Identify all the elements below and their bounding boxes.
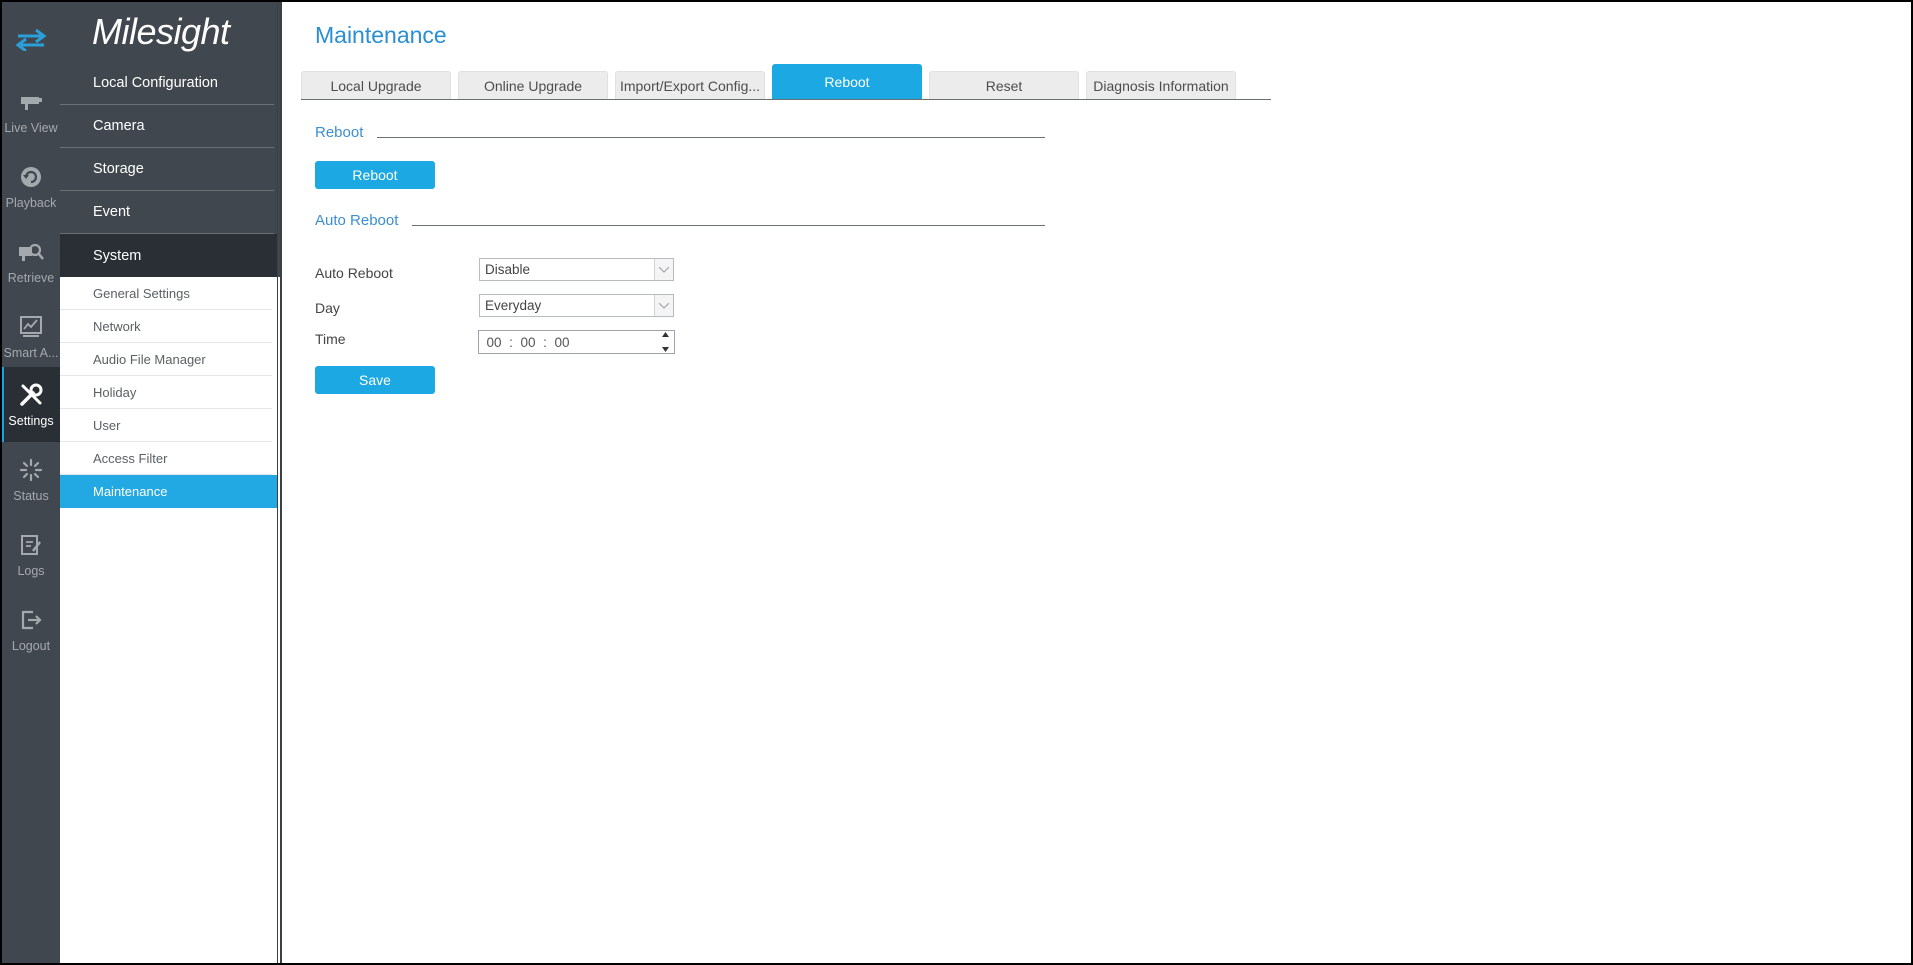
rail-item-label: Retrieve (7, 270, 55, 285)
rail-item-playback[interactable]: Playback (2, 149, 60, 224)
sidebar-divider (280, 2, 282, 963)
chevron-down-icon (654, 295, 673, 316)
rail-item-label: Logout (11, 638, 51, 653)
reboot-button-label: Reboot (352, 167, 398, 183)
system-submenu: General Settings Network Audio File Mana… (60, 277, 282, 508)
status-icon (18, 457, 44, 483)
main-content: Maintenance Local Upgrade Online Upgrade… (285, 2, 1911, 963)
auto-reboot-select[interactable]: Disable (479, 258, 674, 281)
tab-label: Diagnosis Information (1093, 77, 1229, 94)
live-view-icon (18, 89, 44, 115)
submenu-item-maintenance[interactable]: Maintenance (60, 475, 278, 508)
submenu-item-holiday[interactable]: Holiday (60, 376, 272, 409)
save-button[interactable]: Save (315, 366, 435, 394)
swap-arrows-icon (15, 29, 47, 51)
tab-diagnosis-information[interactable]: Diagnosis Information (1086, 71, 1236, 99)
menu-item-event[interactable]: Event (60, 191, 274, 234)
rail-item-live-view[interactable]: Live View (2, 74, 60, 149)
tab-import-export-config[interactable]: Import/Export Config... (615, 71, 765, 99)
tab-label: Local Upgrade (330, 77, 422, 94)
submenu-item-access-filter[interactable]: Access Filter (60, 442, 272, 475)
settings-sidebar: Milesight Local Configuration Camera Sto… (60, 2, 282, 963)
submenu-item-network[interactable]: Network (60, 310, 272, 343)
tab-label: Online Upgrade (483, 77, 583, 94)
submenu-item-label: User (93, 417, 121, 433)
submenu-item-label: Audio File Manager (93, 351, 206, 367)
menu-item-camera[interactable]: Camera (60, 105, 274, 148)
submenu-item-label: General Settings (93, 285, 190, 301)
tab-online-upgrade[interactable]: Online Upgrade (458, 71, 608, 99)
reboot-section-divider (377, 137, 1045, 138)
submenu-item-general-settings[interactable]: General Settings (60, 277, 272, 310)
day-selected-value: Everyday (485, 298, 542, 313)
rail-item-label: Live View (4, 120, 58, 135)
smart-analysis-icon (18, 314, 44, 340)
auto-reboot-label: Auto Reboot (315, 265, 393, 281)
day-select[interactable]: Everyday (479, 294, 674, 317)
rail-item-label: Status (13, 488, 49, 503)
auto-reboot-section-divider (412, 225, 1045, 226)
time-seconds[interactable]: 00 (552, 335, 572, 350)
time-separator: : (509, 334, 513, 350)
rail-item-status[interactable]: Status (2, 442, 60, 517)
tab-reboot[interactable]: Reboot (772, 64, 922, 99)
menu-item-label: Storage (93, 161, 144, 177)
auto-reboot-section-title: Auto Reboot (315, 212, 399, 229)
settings-menu: Local Configuration Camera Storage Event… (60, 62, 282, 277)
rail-item-smart-analysis[interactable]: Smart A... (2, 299, 60, 374)
time-separator: : (543, 334, 547, 350)
time-label: Time (315, 331, 346, 347)
menu-item-label: Local Configuration (93, 75, 218, 91)
maintenance-tabs: Local Upgrade Online Upgrade Import/Expo… (301, 63, 1271, 100)
spin-down-icon[interactable] (661, 347, 669, 352)
menu-item-storage[interactable]: Storage (60, 148, 274, 191)
submenu-item-label: Holiday (93, 384, 137, 400)
milesight-logo: Milesight (60, 2, 282, 62)
playback-icon (18, 164, 44, 190)
menu-item-label: System (93, 247, 142, 264)
logs-icon (18, 532, 44, 558)
time-minutes[interactable]: 00 (518, 335, 538, 350)
rail-item-settings[interactable]: Settings (2, 367, 60, 442)
rail-item-label: Smart A... (3, 345, 59, 360)
logout-icon (18, 607, 44, 633)
sidebar-divider (277, 2, 278, 963)
rail-item-logs[interactable]: Logs (2, 517, 60, 592)
time-input[interactable]: 00 : 00 : 00 (478, 330, 675, 354)
rail-item-logout[interactable]: Logout (2, 592, 60, 667)
submenu-item-label: Maintenance (93, 484, 168, 499)
day-label: Day (315, 300, 340, 316)
settings-icon (18, 382, 44, 408)
tab-label: Import/Export Config... (619, 77, 761, 94)
tab-label: Reboot (824, 74, 870, 90)
rail-item-retrieve[interactable]: Retrieve (2, 224, 60, 299)
menu-item-label: Camera (93, 118, 145, 134)
time-spinner[interactable] (660, 332, 670, 352)
submenu-item-label: Access Filter (93, 450, 168, 466)
tab-label: Reset (985, 77, 1023, 94)
menu-item-label: Event (93, 204, 131, 220)
logo-text: Milesight (92, 11, 230, 52)
menu-item-local-configuration[interactable]: Local Configuration (60, 62, 274, 105)
reboot-section-title: Reboot (315, 124, 364, 141)
rail-item-label: Playback (5, 195, 57, 210)
page-title: Maintenance (315, 22, 447, 48)
switch-panel-button[interactable] (2, 2, 60, 78)
chevron-down-icon (654, 259, 673, 280)
retrieve-icon (18, 239, 44, 265)
icon-rail: Live View Playback Retrieve Smart A... S… (2, 2, 60, 963)
time-hours[interactable]: 00 (484, 335, 504, 350)
rail-item-label: Logs (17, 563, 45, 578)
submenu-item-audio-file-manager[interactable]: Audio File Manager (60, 343, 272, 376)
reboot-button[interactable]: Reboot (315, 161, 435, 189)
tab-local-upgrade[interactable]: Local Upgrade (301, 71, 451, 99)
menu-item-system[interactable]: System (60, 234, 278, 277)
submenu-item-user[interactable]: User (60, 409, 272, 442)
tab-reset[interactable]: Reset (929, 71, 1079, 99)
save-button-label: Save (359, 372, 391, 388)
rail-item-label: Settings (8, 413, 54, 428)
submenu-item-label: Network (93, 318, 141, 334)
auto-reboot-selected-value: Disable (485, 262, 531, 277)
spin-up-icon[interactable] (661, 332, 669, 337)
